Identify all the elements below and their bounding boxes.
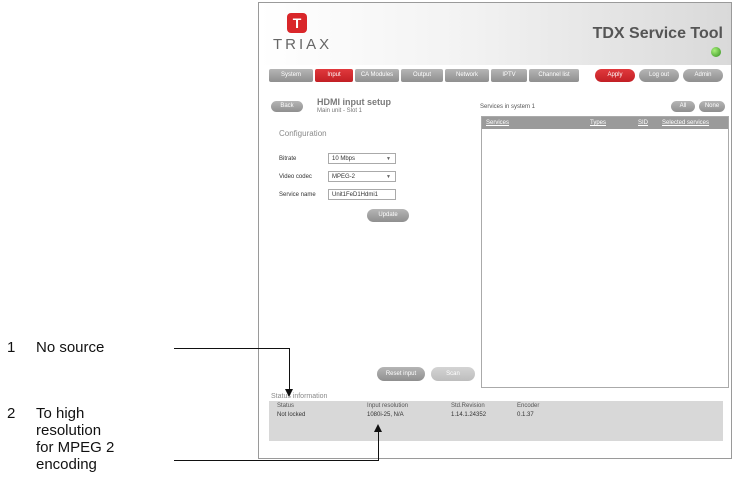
callout-1-leader-vertical: [289, 348, 290, 392]
callout-2-line: encoding: [36, 456, 97, 473]
status-panel: Status Input resolution Std.Revision Enc…: [269, 401, 723, 441]
status-header: Status: [277, 403, 295, 409]
admin-button[interactable]: Admin: [683, 69, 723, 82]
page-title: HDMI input setup: [317, 97, 391, 107]
tab-channel-list[interactable]: Channel list: [529, 69, 579, 82]
triax-logo-icon: T: [287, 13, 307, 33]
tab-output[interactable]: Output: [401, 69, 443, 82]
callout-2-line: resolution: [36, 422, 102, 439]
status-value: Not locked: [277, 412, 306, 418]
input-resolution-value: 1080i-25, N/A: [367, 412, 404, 418]
scan-button: Scan: [431, 367, 475, 381]
video-codec-label: Video codec: [279, 174, 312, 180]
std-revision-value: 1.14.1.24352: [451, 412, 487, 418]
tab-system[interactable]: System: [269, 69, 313, 82]
status-heading: Status information: [271, 393, 328, 400]
callout-2-text: To high resolution for MPEG 2 encoding: [36, 405, 114, 473]
tab-network[interactable]: Network: [445, 69, 489, 82]
logo-text: TRIAX: [273, 36, 333, 53]
std-revision-header: Std.Revision: [451, 403, 485, 409]
configuration-heading: Configuration: [279, 129, 327, 138]
tab-input[interactable]: Input: [315, 69, 353, 82]
update-button[interactable]: Update: [367, 209, 409, 222]
callout-2-line: To high: [36, 405, 85, 422]
app-title: TDX Service Tool: [592, 25, 723, 42]
status-led-icon: [711, 47, 721, 57]
col-sid[interactable]: SID: [638, 117, 648, 129]
encoder-value: 0.1.37: [517, 412, 534, 418]
select-all-button[interactable]: All: [671, 101, 695, 112]
callout-1-text: No source: [36, 339, 105, 356]
logout-button[interactable]: Log out: [639, 69, 679, 82]
services-table[interactable]: Services Types SID Selected services: [481, 116, 729, 388]
chevron-down-icon: ▼: [386, 174, 391, 180]
bitrate-label: Bitrate: [279, 156, 297, 162]
reset-input-button[interactable]: Reset input: [377, 367, 425, 381]
back-button[interactable]: Back: [271, 101, 303, 112]
col-selected-services[interactable]: Selected services: [662, 117, 709, 129]
tab-ca-modules[interactable]: CA Modules: [355, 69, 399, 82]
page-subtitle: Main unit - Slot 1: [317, 108, 363, 114]
service-name-label: Service name: [279, 192, 316, 198]
select-none-button[interactable]: None: [699, 101, 725, 112]
video-codec-value: MPEG-2: [332, 174, 356, 180]
callout-2-number: 2: [7, 405, 16, 422]
bitrate-value: 10 Mbps: [332, 156, 356, 162]
services-label: Services in system 1: [480, 104, 536, 110]
callout-2-leader-vertical: [378, 430, 379, 461]
col-services[interactable]: Services: [486, 117, 509, 129]
app-header: T TRIAX TDX Service Tool: [259, 3, 731, 65]
video-codec-select[interactable]: MPEG-2 ▼: [328, 171, 396, 182]
services-table-header: Services Types SID Selected services: [482, 117, 728, 129]
callout-2-leader: [174, 460, 379, 461]
arrow-down-icon: [285, 389, 293, 397]
input-resolution-header: Input resolution: [367, 403, 409, 409]
encoder-header: Encoder: [517, 403, 540, 409]
tab-iptv[interactable]: IPTV: [491, 69, 527, 82]
app-window: T TRIAX TDX Service Tool System Input CA…: [258, 2, 732, 459]
callout-2-line: for MPEG 2: [36, 439, 115, 456]
bitrate-select[interactable]: 10 Mbps ▼: [328, 153, 396, 164]
callout-1-number: 1: [7, 339, 16, 356]
arrow-up-icon: [374, 424, 382, 432]
chevron-down-icon: ▼: [386, 156, 391, 162]
col-types[interactable]: Types: [590, 117, 606, 129]
callout-1-leader: [174, 348, 289, 349]
service-name-input[interactable]: Unit1FeD1Hdmi1: [328, 189, 396, 200]
apply-button[interactable]: Apply: [595, 69, 635, 82]
